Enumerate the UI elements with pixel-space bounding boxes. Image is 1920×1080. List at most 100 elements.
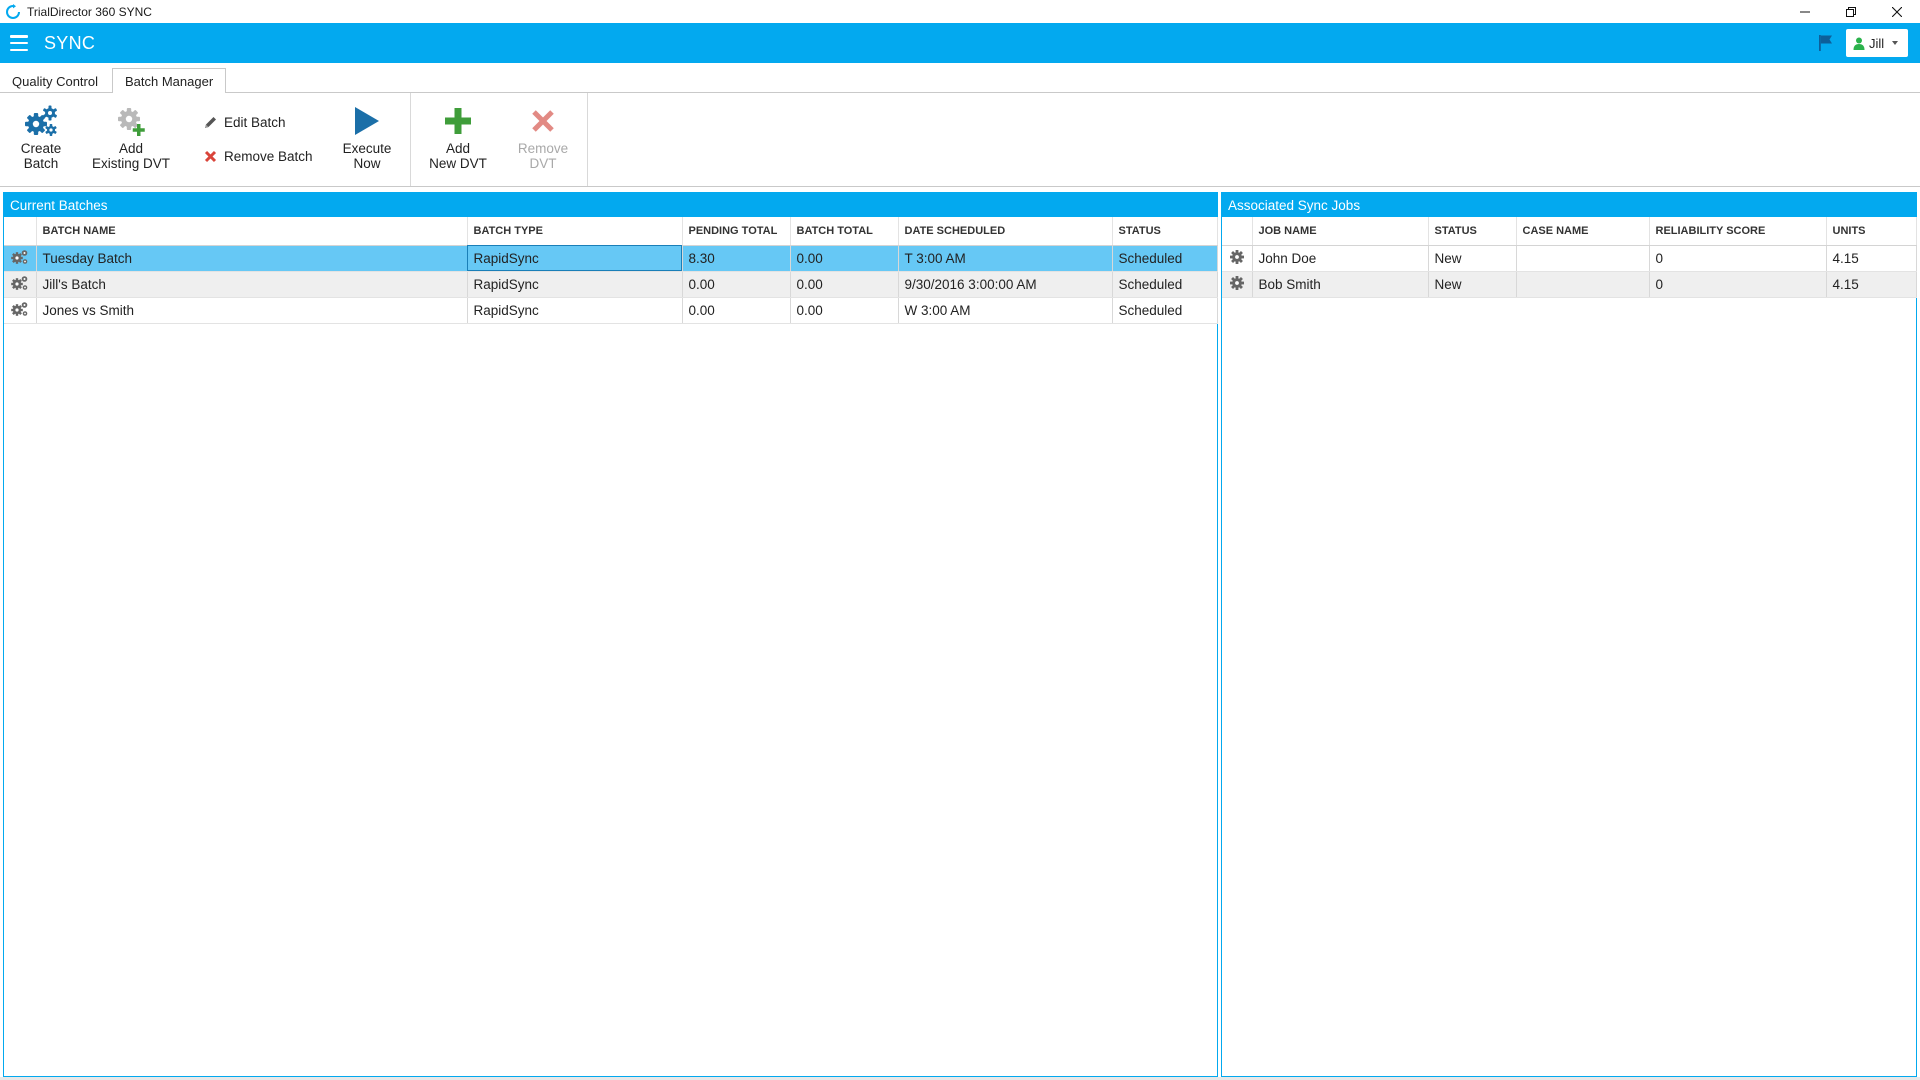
table-row[interactable]: Jill's Batch RapidSync 0.00 0.00 9/30/20…: [4, 271, 1218, 298]
row-icon-cell: [4, 297, 37, 324]
gears-icon: [10, 249, 28, 264]
tab-quality-control[interactable]: Quality Control: [0, 68, 110, 94]
column-header[interactable]: RELIABILITY SCORE: [1649, 217, 1827, 246]
batch-total-cell[interactable]: 0.00: [790, 245, 899, 272]
tab-bar: Quality Control Batch Manager: [0, 63, 1920, 94]
sync-icon: [6, 3, 20, 19]
ribbon-toolbar: Create Batch Add Existing DVT Edit Batch…: [0, 93, 1920, 187]
add-new-dvt-button[interactable]: Add New DVT: [426, 103, 490, 171]
row-icon-cell: [1222, 271, 1253, 298]
row-icon-cell: [4, 245, 37, 272]
batch-name-cell[interactable]: Jones vs Smith: [36, 297, 468, 324]
job-status-cell[interactable]: New: [1428, 271, 1517, 298]
case-name-cell[interactable]: [1516, 245, 1650, 272]
column-header[interactable]: BATCH NAME: [36, 217, 468, 246]
app-header: SYNC Jill: [0, 23, 1920, 63]
status-cell[interactable]: Scheduled: [1112, 245, 1218, 272]
table-row[interactable]: Tuesday Batch RapidSync 8.30 0.00 T 3:00…: [4, 245, 1218, 272]
column-header[interactable]: STATUS: [1112, 217, 1218, 246]
sync-jobs-table: JOB NAME STATUS CASE NAME RELIABILITY SC…: [1222, 217, 1917, 298]
batch-type-cell[interactable]: RapidSync: [467, 297, 683, 324]
table-header-row: JOB NAME STATUS CASE NAME RELIABILITY SC…: [1222, 217, 1917, 246]
gear-icon: [1229, 275, 1244, 290]
user-icon: [1853, 37, 1865, 50]
row-icon-cell: [1222, 245, 1253, 272]
edit-batch-label: Edit Batch: [224, 114, 286, 130]
status-cell[interactable]: Scheduled: [1112, 271, 1218, 298]
tab-batch-manager[interactable]: Batch Manager: [112, 68, 227, 94]
pencil-icon: [204, 116, 216, 128]
batch-total-cell[interactable]: 0.00: [790, 297, 899, 324]
gears-icon: [10, 301, 28, 316]
column-header[interactable]: DATE SCHEDULED: [898, 217, 1113, 246]
remove-dvt-button[interactable]: Remove DVT: [517, 103, 569, 171]
reliability-score-cell[interactable]: 0: [1649, 271, 1827, 298]
user-name: Jill: [1869, 35, 1885, 51]
current-batches-panel: Current Batches BATCH NAME BATCH TYPE PE…: [3, 192, 1218, 1077]
column-header[interactable]: JOB NAME: [1252, 217, 1429, 246]
edit-batch-button[interactable]: Edit Batch: [202, 114, 286, 130]
batch-name-cell[interactable]: Jill's Batch: [36, 271, 468, 298]
batch-type-cell[interactable]: RapidSync: [467, 245, 683, 272]
close-icon: [1892, 6, 1902, 17]
associated-sync-jobs-title: Associated Sync Jobs: [1222, 193, 1916, 217]
units-cell[interactable]: 4.15: [1826, 271, 1917, 298]
job-status-cell[interactable]: New: [1428, 245, 1517, 272]
case-name-cell[interactable]: [1516, 271, 1650, 298]
column-header[interactable]: CASE NAME: [1516, 217, 1650, 246]
execute-now-button[interactable]: Execute Now: [340, 103, 394, 171]
plus-icon: [445, 108, 471, 134]
play-icon: [355, 107, 379, 135]
x-icon: [532, 110, 554, 132]
close-button[interactable]: [1874, 0, 1920, 23]
minimize-icon: [1800, 11, 1810, 12]
add-new-dvt-label: Add New DVT: [429, 141, 487, 171]
date-scheduled-cell[interactable]: W 3:00 AM: [898, 297, 1113, 324]
column-header[interactable]: UNITS: [1826, 217, 1917, 246]
status-cell[interactable]: Scheduled: [1112, 297, 1218, 324]
table-row[interactable]: John Doe New 0 4.15: [1222, 245, 1917, 272]
column-header: [4, 217, 37, 246]
column-header[interactable]: PENDING TOTAL: [682, 217, 791, 246]
current-batches-title: Current Batches: [4, 193, 1217, 217]
pending-total-cell[interactable]: 8.30: [682, 245, 791, 272]
units-cell[interactable]: 4.15: [1826, 245, 1917, 272]
date-scheduled-cell[interactable]: 9/30/2016 3:00:00 AM: [898, 271, 1113, 298]
remove-dvt-label: Remove DVT: [517, 141, 569, 171]
window-controls: [1782, 0, 1920, 23]
window-title: TrialDirector 360 SYNC: [27, 4, 152, 19]
date-scheduled-cell[interactable]: T 3:00 AM: [898, 245, 1113, 272]
reliability-score-cell[interactable]: 0: [1649, 245, 1827, 272]
job-name-cell[interactable]: Bob Smith: [1252, 271, 1429, 298]
batch-type-cell[interactable]: RapidSync: [467, 271, 683, 298]
create-batch-label: Create Batch: [20, 141, 62, 171]
ribbon-separator: [410, 93, 411, 186]
table-row[interactable]: Jones vs Smith RapidSync 0.00 0.00 W 3:0…: [4, 297, 1218, 324]
pending-total-cell[interactable]: 0.00: [682, 297, 791, 324]
minimize-button[interactable]: [1782, 0, 1828, 23]
x-icon: [204, 150, 216, 162]
gears-icon: [25, 105, 57, 136]
add-existing-dvt-button[interactable]: Add Existing DVT: [90, 103, 172, 171]
pending-total-cell[interactable]: 0.00: [682, 271, 791, 298]
flag-icon[interactable]: [1818, 34, 1834, 52]
title-bar: TrialDirector 360 SYNC: [0, 0, 1920, 23]
user-menu-button[interactable]: Jill: [1846, 29, 1908, 57]
gear-icon: [1229, 249, 1244, 264]
hamburger-menu-icon[interactable]: [10, 35, 28, 51]
column-header[interactable]: BATCH TOTAL: [790, 217, 899, 246]
remove-batch-button[interactable]: Remove Batch: [202, 148, 313, 164]
batch-total-cell[interactable]: 0.00: [790, 271, 899, 298]
job-name-cell[interactable]: John Doe: [1252, 245, 1429, 272]
execute-now-label: Execute Now: [342, 141, 392, 171]
table-row[interactable]: Bob Smith New 0 4.15: [1222, 271, 1917, 298]
row-icon-cell: [4, 271, 37, 298]
batch-name-cell[interactable]: Tuesday Batch: [36, 245, 468, 272]
restore-icon: [1846, 6, 1856, 17]
restore-button[interactable]: [1828, 0, 1874, 23]
column-header[interactable]: STATUS: [1428, 217, 1517, 246]
associated-sync-jobs-panel: Associated Sync Jobs JOB NAME STATUS CAS…: [1221, 192, 1917, 1077]
app-window: TrialDirector 360 SYNC SYNC Jill Quality…: [0, 0, 1920, 1080]
create-batch-button[interactable]: Create Batch: [18, 103, 64, 171]
column-header[interactable]: BATCH TYPE: [467, 217, 683, 246]
